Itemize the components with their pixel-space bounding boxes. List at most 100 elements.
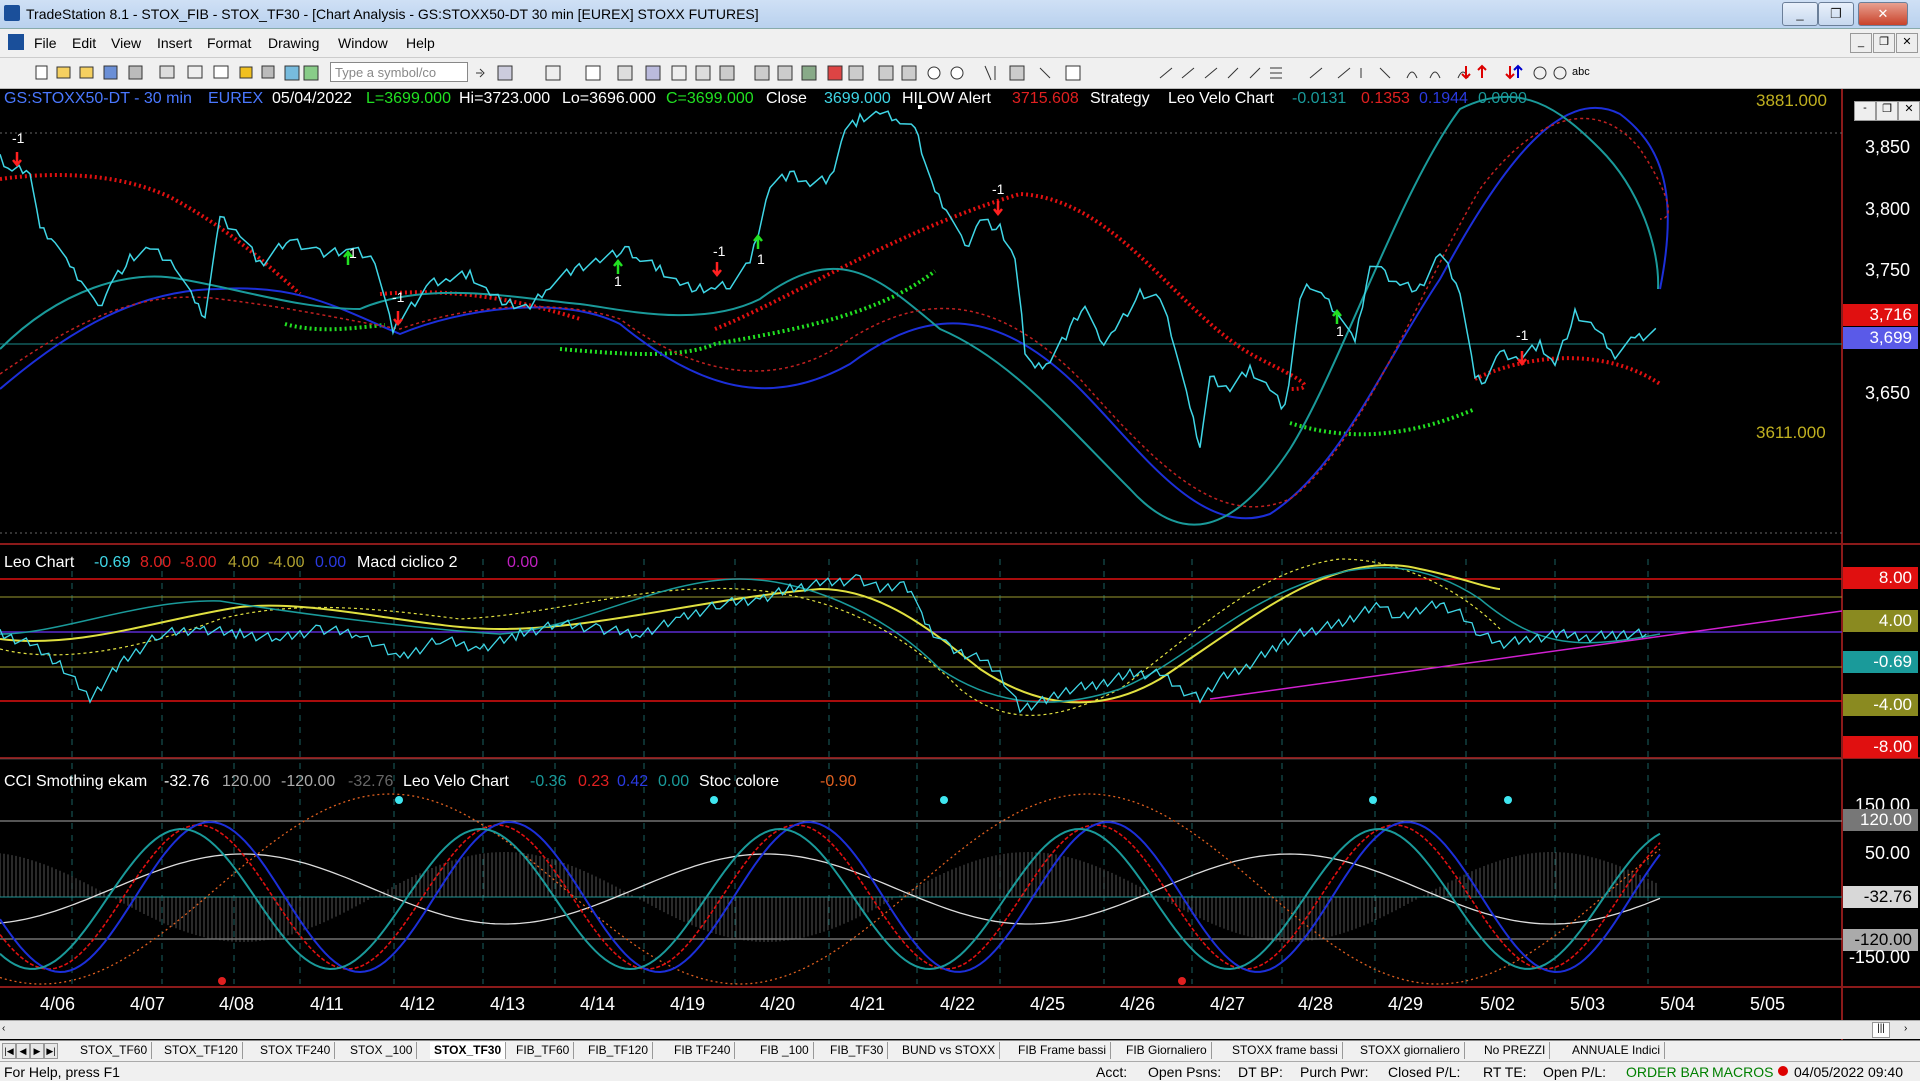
workspace-tab[interactable]: STOX _100 (346, 1042, 418, 1059)
chart-horizontal-scrollbar[interactable]: ‹ ||| › (0, 1020, 1920, 1039)
pane3-axis-label: 50.00 (1864, 843, 1910, 863)
chart-symbol: GS:STOXX50-DT - 30 min (4, 90, 192, 107)
workspace-tab[interactable]: FIB_TF120 (584, 1042, 654, 1059)
mdi-close-button[interactable]: ✕ (1896, 33, 1918, 53)
chart-exchange: EUREX (208, 90, 264, 107)
workspace-tab[interactable]: FIB Giornaliero (1122, 1042, 1212, 1059)
tab-prev-icon[interactable]: ◀ (16, 1043, 30, 1059)
mdi-minimize-button[interactable]: _ (1850, 33, 1872, 53)
pane3-current-box: -32.76 (1843, 886, 1918, 908)
title-bar: TradeStation 8.1 - STOX_FIB - STOX_TF30 … (0, 0, 1920, 29)
date-label: 4/20 (760, 994, 796, 1014)
menu-view[interactable]: View (111, 35, 141, 51)
cci-value-2: 120.00 (222, 773, 271, 790)
cci-value-1: -32.76 (164, 773, 210, 790)
workspace-tab[interactable]: FIB_TF60 (512, 1042, 575, 1059)
pane-restore-button[interactable]: ❐ (1876, 101, 1898, 121)
workspace-tab[interactable]: FIB_TF30 (826, 1042, 889, 1059)
leo-chart-v5: -4.00 (268, 554, 305, 571)
pane2-current-box: -0.69 (1843, 651, 1918, 673)
mdi-restore-button[interactable]: ❐ (1873, 33, 1895, 53)
date-label: 5/03 (1570, 994, 1606, 1014)
menu-window[interactable]: Window (338, 35, 388, 51)
date-label: 4/25 (1030, 994, 1066, 1014)
pane2-axis-box: 8.00 (1843, 567, 1918, 589)
pane2-yellow-dashed (0, 558, 1501, 716)
pane2-trendline (1209, 610, 1843, 700)
macd-ciclico-value: 0.00 (507, 554, 539, 571)
close-button[interactable]: ✕ (1858, 2, 1908, 26)
pane-close-button[interactable]: ✕ (1898, 101, 1920, 121)
resistance-dots (0, 173, 1662, 391)
leo-chart-v4: 4.00 (228, 554, 260, 571)
order-bar-button[interactable]: ORDER BAR (1626, 1064, 1709, 1080)
close-indicator-value: 3699.000 (824, 90, 891, 107)
price-axis-label: 3,750 (1864, 260, 1910, 280)
strategy-label: Strategy (1090, 90, 1150, 107)
chart-close: C=3699.000 (666, 90, 754, 107)
menu-file[interactable]: File (34, 35, 57, 51)
workspace-tab[interactable]: STOXX frame bassi (1228, 1042, 1343, 1059)
connection-status-icon (1778, 1066, 1788, 1076)
date-label: 4/28 (1298, 994, 1334, 1014)
pane-minimize-button[interactable]: - (1854, 101, 1876, 121)
leovelo-pane3-v2: 0.23 (578, 773, 610, 790)
menu-format[interactable]: Format (207, 35, 251, 51)
workspace-tab[interactable]: STOX_TF30 (430, 1042, 507, 1059)
leo-chart-v1: -0.69 (94, 554, 131, 571)
workspace-tab[interactable]: STOXX giornaliero (1356, 1042, 1465, 1059)
leovelo-value-3: 0.1944 (1419, 90, 1468, 107)
symbol-search-input[interactable]: Type a symbol/co (330, 62, 468, 82)
workspace-tab[interactable]: STOX_TF120 (160, 1042, 243, 1059)
leovelo-pane3-v3: 0.42 (617, 773, 649, 790)
leovelo-value-1: -0.0131 (1292, 90, 1347, 107)
workspace-tab[interactable]: ANNUALE Indici (1568, 1042, 1666, 1059)
status-open-psns: Open Psns: (1148, 1064, 1222, 1080)
workspace-tab[interactable]: FIB _100 (756, 1042, 814, 1059)
menu-help[interactable]: Help (406, 35, 435, 51)
workspace-tab[interactable]: FIB Frame bassi (1014, 1042, 1112, 1059)
leo-chart-label: Leo Chart (4, 554, 75, 571)
workspace-tab[interactable]: BUND vs STOXX (898, 1042, 1001, 1059)
chart-high: Hi=3723.000 (459, 90, 551, 107)
menu-drawing[interactable]: Drawing (268, 35, 319, 51)
chart-analysis-window[interactable]: GS:STOXX50-DT - 30 min EUREX 05/04/2022 … (0, 89, 1920, 1047)
hilow-alert-value: 3715.608 (1012, 90, 1079, 107)
tab-next-icon[interactable]: ▶ (30, 1043, 44, 1059)
workspace-tab[interactable]: FIB TF240 (670, 1042, 736, 1059)
workspace-tab[interactable]: No PREZZI (1480, 1042, 1551, 1059)
status-acct: Acct: (1096, 1064, 1128, 1080)
pane2-axis-box: 4.00 (1843, 610, 1918, 632)
status-purch-pwr: Purch Pwr: (1300, 1064, 1369, 1080)
restore-button[interactable]: ❐ (1818, 2, 1854, 26)
date-label: 4/21 (850, 994, 886, 1014)
date-label: 4/29 (1388, 994, 1424, 1014)
leovelo-value-2: 0.1353 (1361, 90, 1410, 107)
scroll-right-icon[interactable]: › (1904, 1023, 1916, 1035)
date-label: 4/26 (1120, 994, 1156, 1014)
date-label: 5/02 (1480, 994, 1516, 1014)
close-indicator-label: Close (766, 90, 807, 107)
minimize-button[interactable]: _ (1782, 2, 1818, 26)
chart-window-icon[interactable] (8, 34, 24, 50)
menu-edit[interactable]: Edit (72, 35, 96, 51)
signal-marker: 1 (349, 245, 357, 261)
workspace-tab[interactable]: STOX TF240 (256, 1042, 336, 1059)
scroll-left-icon[interactable]: ‹ (2, 1023, 14, 1035)
window-title: TradeStation 8.1 - STOX_FIB - STOX_TF30 … (26, 6, 759, 22)
tab-last-icon[interactable]: ▶| (44, 1043, 58, 1059)
pane3-axis-box: 120.00 (1843, 809, 1918, 831)
menu-insert[interactable]: Insert (157, 35, 192, 51)
cci-value-4: -32.76 (348, 773, 394, 790)
text-tool-button[interactable]: abc (1572, 66, 1590, 78)
status-rt-te: RT TE: (1483, 1064, 1527, 1080)
workspace-tab[interactable]: STOX_TF60 (76, 1042, 153, 1059)
signal-marker: 1 (614, 273, 622, 289)
date-label: 4/11 (310, 994, 344, 1014)
tabs-container: STOX_TF60 STOX_TF120 STOX TF240 STOX _100 ST… (76, 1041, 1920, 1061)
status-datetime: 04/05/2022 09:40 (1794, 1064, 1903, 1080)
leovelo-label: Leo Velo Chart (1168, 90, 1274, 107)
macros-button[interactable]: MACROS (1712, 1064, 1773, 1080)
scroll-thumb[interactable]: ||| (1872, 1022, 1890, 1038)
tab-first-icon[interactable]: |◀ (2, 1043, 16, 1059)
